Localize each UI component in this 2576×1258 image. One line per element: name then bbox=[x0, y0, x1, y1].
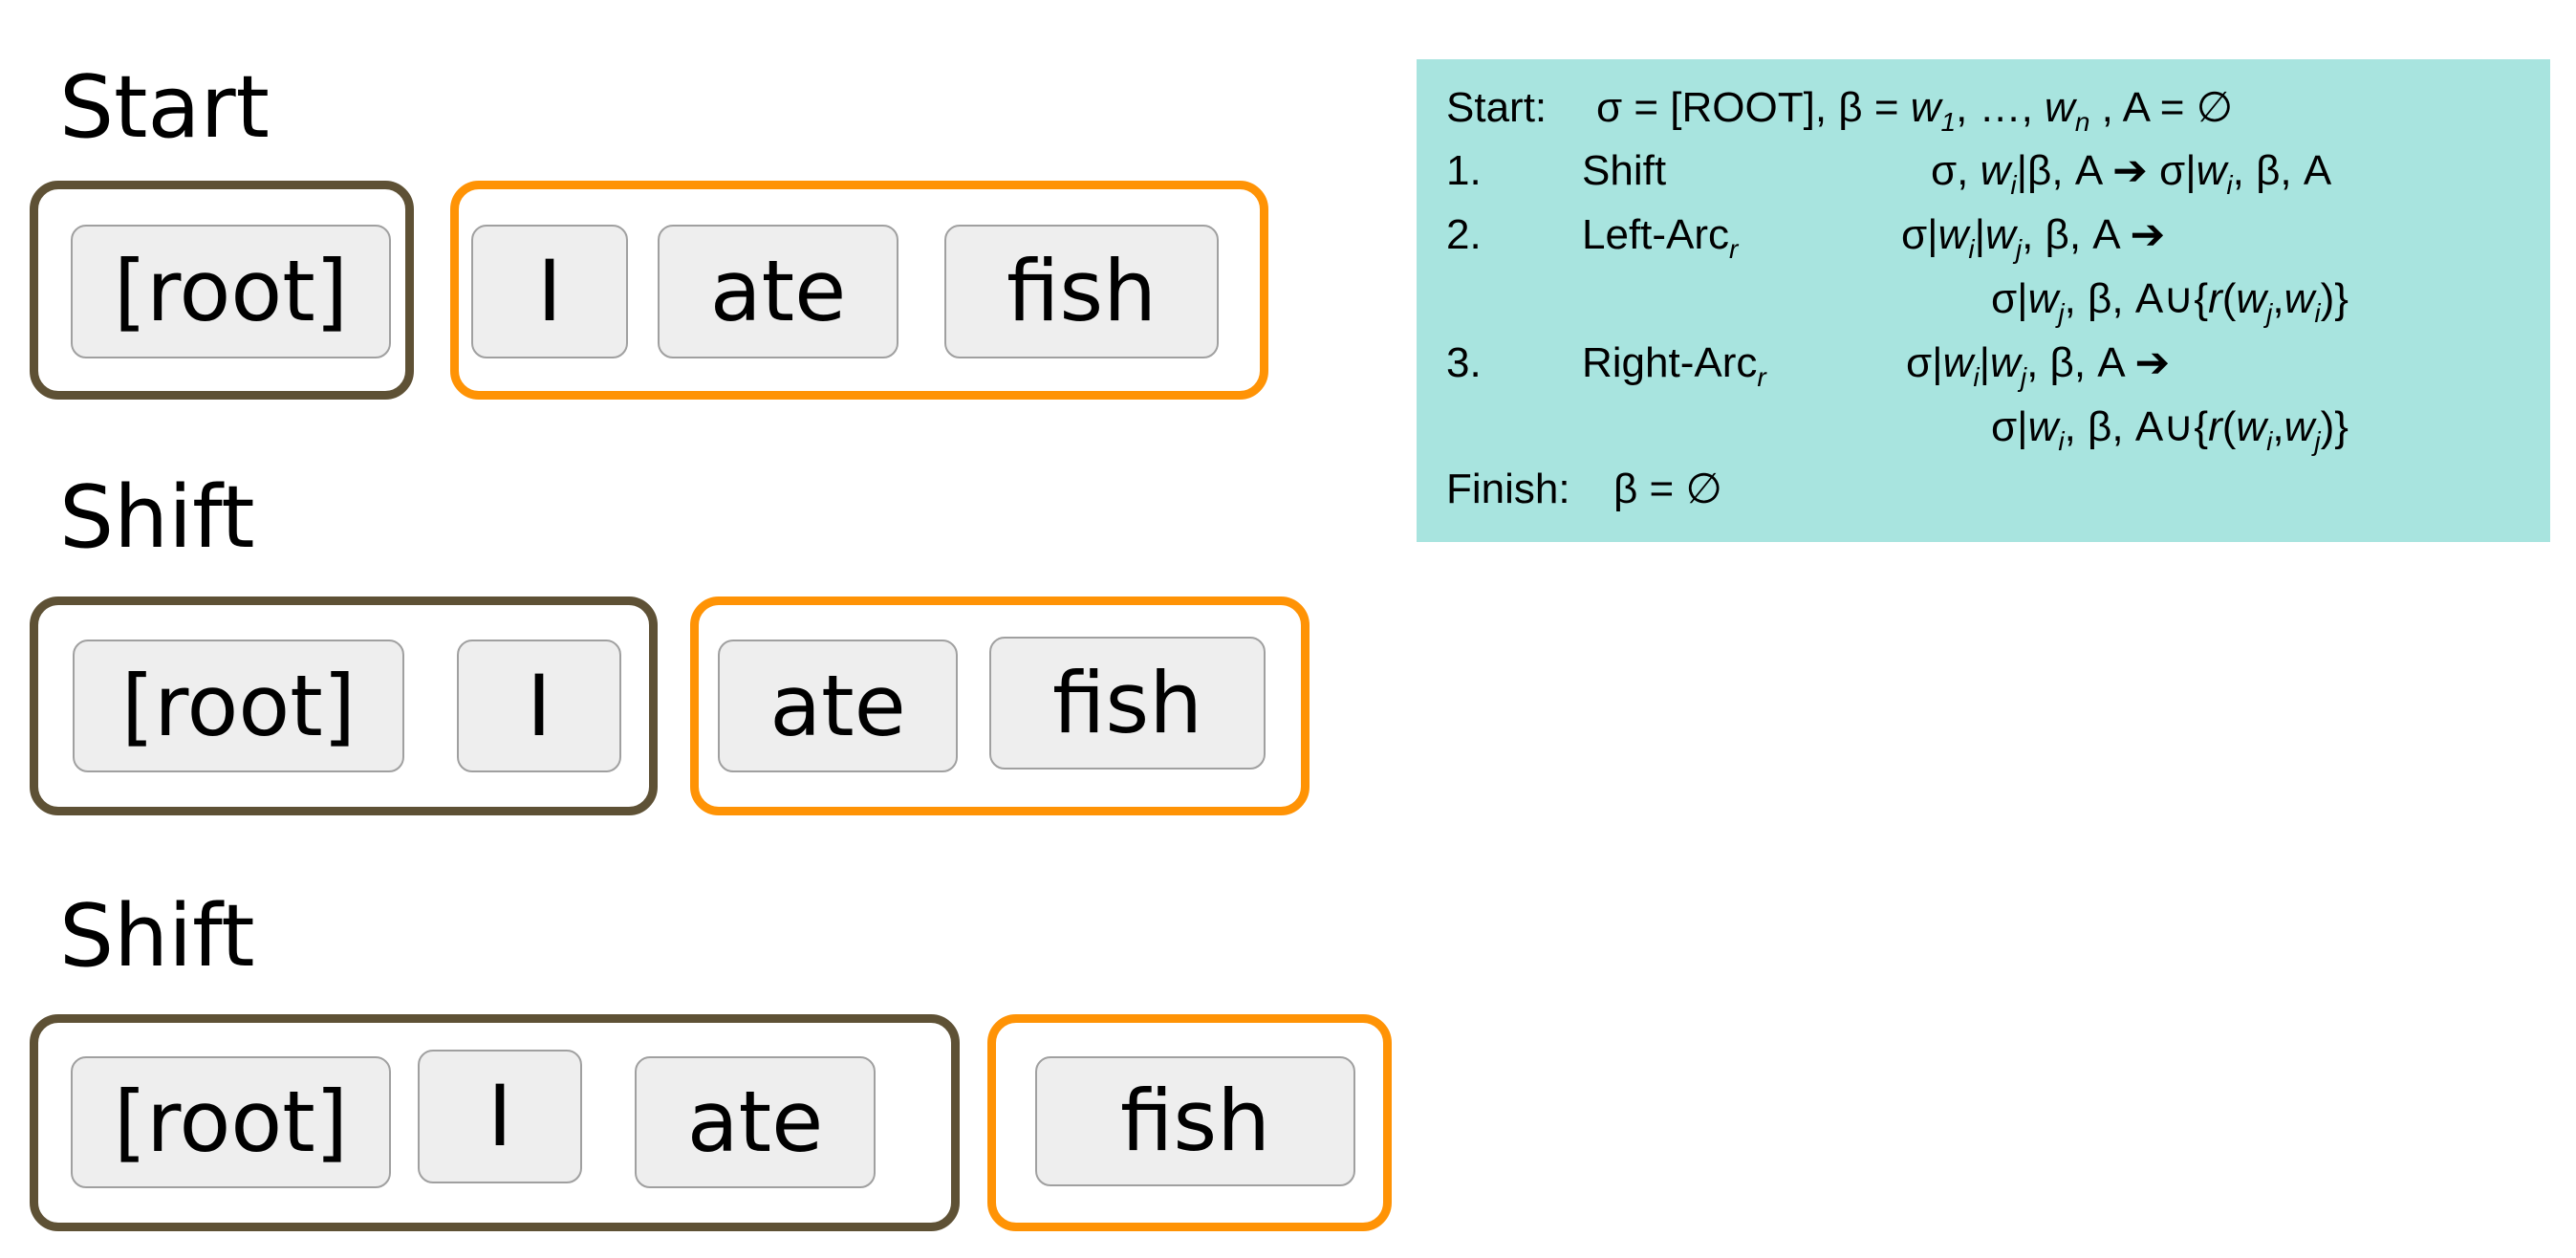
formula-text: , β, A∪{ bbox=[2064, 275, 2209, 322]
rule-number: 2. bbox=[1446, 211, 1482, 258]
parser-diagram: Start [root] I ate fish Shift [root] I a… bbox=[0, 0, 2576, 1258]
token: I bbox=[418, 1050, 582, 1183]
rule-name-text: Right-Arc bbox=[1582, 339, 1758, 386]
token: fish bbox=[989, 637, 1266, 770]
formula-text: )} bbox=[2320, 403, 2349, 450]
formula-text: | bbox=[1974, 211, 1986, 258]
formula-variable: w bbox=[1980, 147, 2011, 194]
formula-text: σ| bbox=[1901, 211, 1938, 258]
formula-subscript: n bbox=[2074, 107, 2090, 137]
formula-variable: w bbox=[2284, 275, 2315, 322]
formula-variable: r bbox=[2208, 275, 2222, 322]
rule-name-subscript: r bbox=[1757, 362, 1766, 392]
finish-label: Finish: bbox=[1446, 466, 1570, 512]
formula-variable: w bbox=[2236, 275, 2267, 322]
formula-variable: w bbox=[2045, 84, 2075, 131]
formula-variable: w bbox=[1985, 211, 2016, 258]
formula-variable: w bbox=[1910, 84, 1941, 131]
rule-name-text: Shift bbox=[1582, 147, 1667, 194]
formula-text: , β, A∪{ bbox=[2064, 403, 2209, 450]
formula-variable: w bbox=[2284, 403, 2315, 450]
rule-formula-result: σ|wj, β, A∪{r(wj,wi)} bbox=[1991, 275, 2349, 327]
finish-formula: β = ∅ bbox=[1613, 468, 1722, 510]
formula-text: σ| bbox=[1906, 339, 1943, 386]
token: ate bbox=[718, 640, 958, 772]
formula-variable: w bbox=[2236, 403, 2267, 450]
rule-name: Right-Arcr bbox=[1582, 339, 1766, 391]
rule-name: Shift bbox=[1582, 150, 1666, 192]
formula-text: ( bbox=[2221, 275, 2237, 322]
rule-formula: σ|wi|wj, β, A ➔ bbox=[1901, 211, 2166, 263]
rule-name-subscript: r bbox=[1729, 234, 1739, 264]
formula-variable: w bbox=[1942, 339, 1974, 386]
formula-subscript: 1 bbox=[1940, 107, 1957, 137]
formula-text: , bbox=[2272, 275, 2284, 322]
step-title: Shift bbox=[59, 886, 255, 987]
token: ate bbox=[658, 225, 898, 358]
transition-rules-box: Start: σ = [ROOT], β = w1, …, wn , A = ∅… bbox=[1417, 59, 2550, 542]
formula-text: , A = ∅ bbox=[2089, 84, 2234, 131]
rule-name: Left-Arcr bbox=[1582, 211, 1738, 263]
formula-text: , β, A bbox=[2232, 147, 2332, 194]
formula-text: , β, A ➔ bbox=[2022, 211, 2166, 258]
rule-number: 3. bbox=[1446, 339, 1482, 386]
formula-text: σ = [ROOT], β = bbox=[1596, 84, 1911, 131]
formula-variable: w bbox=[2027, 275, 2059, 322]
rule-number: 1. bbox=[1446, 147, 1482, 194]
formula-text: , bbox=[2272, 403, 2284, 450]
token: [root] bbox=[73, 640, 404, 772]
formula-text: , …, bbox=[1956, 84, 2046, 131]
token: ate bbox=[635, 1056, 876, 1188]
token: fish bbox=[1035, 1056, 1355, 1186]
formula-variable: w bbox=[1990, 339, 2021, 386]
formula-text: σ, bbox=[1931, 147, 1981, 194]
formula-text: σ| bbox=[1991, 403, 2028, 450]
rule-formula: σ|wi|wj, β, A ➔ bbox=[1906, 339, 2171, 391]
formula-text: )} bbox=[2320, 275, 2349, 322]
formula-text: | bbox=[1979, 339, 1991, 386]
formula-variable: r bbox=[2208, 403, 2222, 450]
token: [root] bbox=[71, 225, 391, 358]
step-title: Start bbox=[59, 57, 270, 158]
formula-text: ( bbox=[2221, 403, 2237, 450]
formula-variable: w bbox=[2196, 147, 2227, 194]
rule-name-text: Left-Arc bbox=[1582, 211, 1730, 258]
rule-formula: σ, wi|β, A ➔ σ|wi, β, A bbox=[1931, 147, 2332, 199]
token: fish bbox=[944, 225, 1219, 358]
rule-formula-result: σ|wi, β, A∪{r(wi,wj)} bbox=[1991, 403, 2349, 455]
formula-text: β = ∅ bbox=[1613, 466, 1722, 512]
formula-variable: w bbox=[2027, 403, 2059, 450]
token: [root] bbox=[71, 1056, 391, 1188]
formula-text: |β, A ➔ σ| bbox=[2016, 147, 2197, 194]
token: I bbox=[471, 225, 628, 358]
start-label: Start: bbox=[1446, 84, 1548, 131]
formula-text: , β, A ➔ bbox=[2026, 339, 2171, 386]
start-formula: σ = [ROOT], β = w1, …, wn , A = ∅ bbox=[1596, 84, 2234, 136]
step-title: Shift bbox=[59, 467, 255, 568]
token: I bbox=[457, 640, 621, 772]
formula-variable: w bbox=[1937, 211, 1969, 258]
formula-text: σ| bbox=[1991, 275, 2028, 322]
